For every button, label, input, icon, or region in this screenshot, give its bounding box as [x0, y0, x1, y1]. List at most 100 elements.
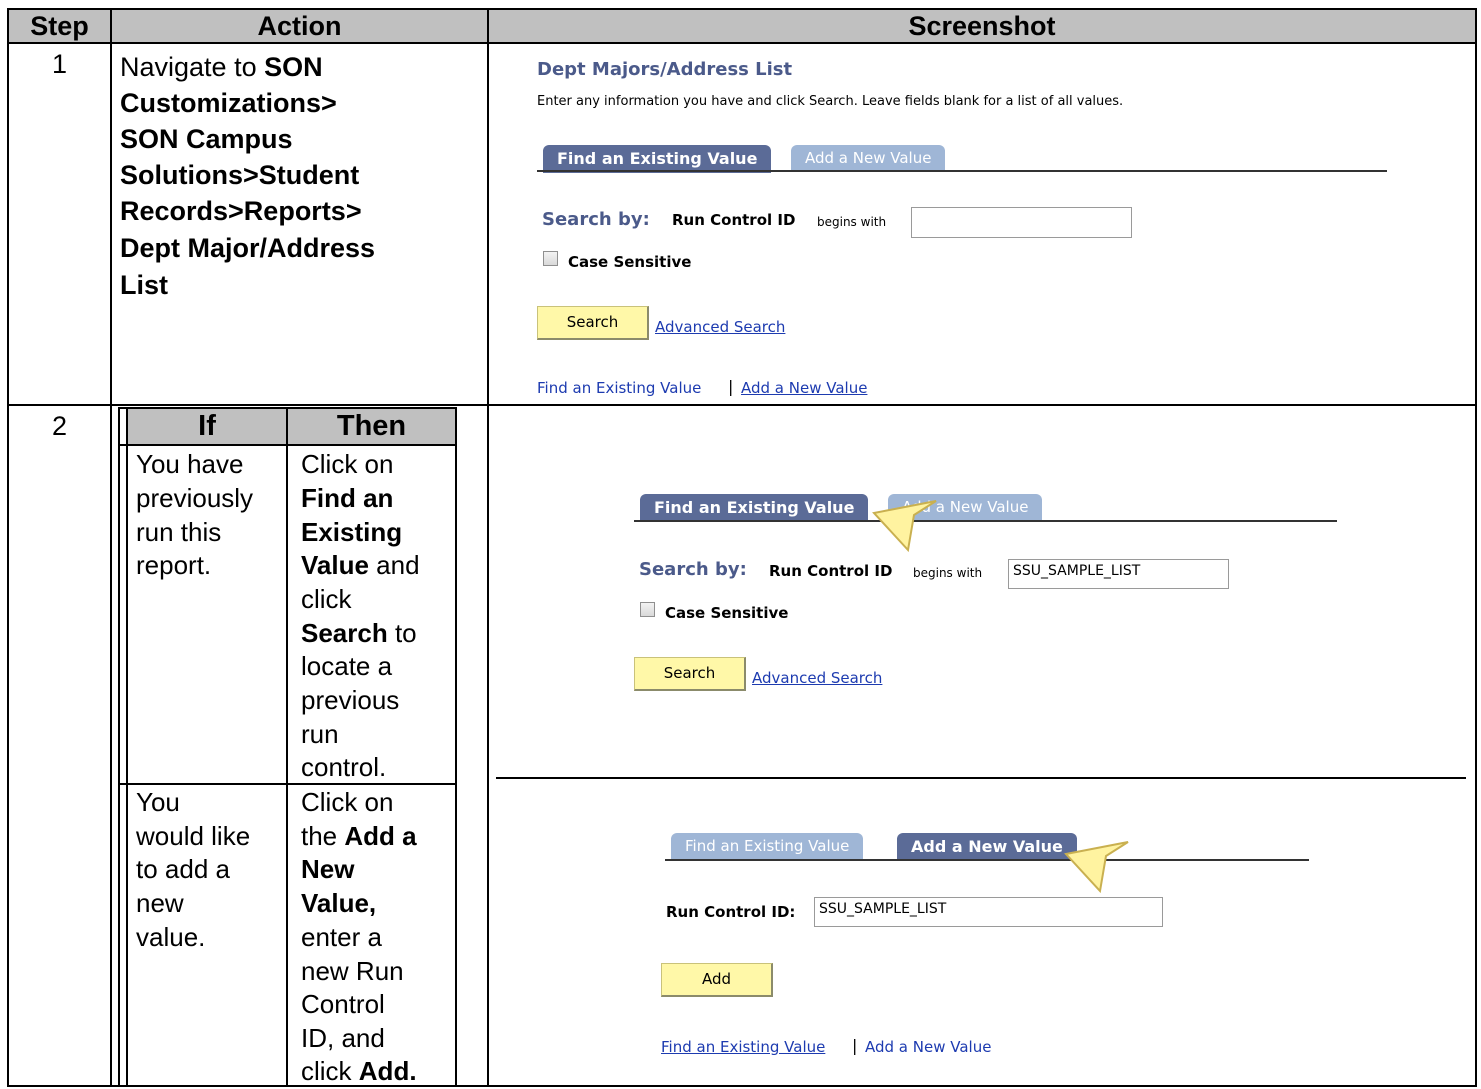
then-line: Click on [301, 449, 394, 479]
tab-baseline [537, 170, 1387, 172]
tab-add-new[interactable]: Add a New Value [791, 145, 946, 171]
case-sensitive-label: Case Sensitive [665, 604, 789, 622]
if-line: You [136, 787, 180, 817]
then-line: Click on [301, 787, 394, 817]
then-line: click Add. [301, 1055, 417, 1089]
action-line: Records>Reports> [120, 196, 362, 226]
then-text: the [301, 821, 345, 851]
run-control-input[interactable]: SSU_SAMPLE_LIST [1008, 559, 1229, 589]
nested-row-divider [120, 783, 457, 785]
step-number-1: 1 [51, 49, 68, 79]
run-control-label: Run Control ID: [666, 903, 796, 921]
then-line: locate a [301, 651, 393, 681]
footer-add-new-link[interactable]: Add a New Value [865, 1038, 991, 1056]
run-control-label: Run Control ID [769, 562, 893, 580]
nested-mid [286, 407, 288, 1087]
then-line: ID, and [301, 1023, 385, 1053]
then-bold: Search [301, 618, 388, 648]
if-line: previously [136, 483, 254, 513]
footer-separator: | [728, 377, 734, 396]
then-text: and [368, 550, 420, 580]
begins-with-label: begins with [913, 566, 983, 580]
then-line: Search to [301, 617, 417, 651]
then-line: run [301, 719, 339, 749]
if-line: You have [136, 449, 244, 479]
then-line: previous [301, 685, 400, 715]
then-text: click [301, 1056, 359, 1086]
navigate-text: Navigate to [120, 52, 265, 82]
then-line: Control [301, 989, 385, 1019]
row1-bottom-line [7, 404, 1477, 406]
search-by-label: Search by: [639, 559, 747, 580]
col-divider-2 [487, 8, 489, 1087]
nested-left-inner [126, 407, 128, 1087]
action-line: Customizations> [120, 88, 337, 118]
if-line: value. [136, 922, 206, 952]
advanced-search-link[interactable]: Advanced Search [752, 669, 882, 687]
pointer-callout-icon [1064, 841, 1129, 894]
then-line: new Run [301, 956, 404, 986]
action-line: Solutions>Student [120, 160, 360, 190]
col-divider-1 [110, 8, 112, 1087]
header-action: Action [257, 11, 342, 41]
screenshot-divider [496, 777, 1466, 779]
footer-add-new-link[interactable]: Add a New Value [741, 379, 867, 397]
pointer-callout-icon [872, 500, 937, 553]
case-sensitive-checkbox[interactable] [640, 602, 655, 617]
if-header: If [198, 410, 216, 442]
action-line: SON Campus [120, 124, 293, 154]
nested-header-bottom [120, 444, 457, 446]
begins-with-label: begins with [817, 215, 887, 229]
if-line: run this [136, 517, 222, 547]
then-header: Then [336, 410, 407, 442]
tab-find-existing[interactable]: Find an Existing Value [671, 833, 864, 859]
tab-find-existing[interactable]: Find an Existing Value [640, 494, 869, 522]
case-sensitive-checkbox[interactable] [543, 251, 558, 266]
page-title: Dept Majors/Address List [537, 59, 793, 80]
tab-find-existing[interactable]: Find an Existing Value [543, 145, 772, 173]
table-border-top [7, 8, 1477, 10]
add-button[interactable]: Add [661, 963, 773, 997]
run-control-input[interactable]: SSU_SAMPLE_LIST [814, 897, 1163, 927]
then-bold: Value [301, 550, 369, 580]
then-line: New [301, 854, 355, 884]
instructions-text: Enter any information you have and click… [537, 94, 1124, 109]
then-line: enter a [301, 922, 382, 952]
table-border-left [7, 8, 9, 1087]
then-line: control. [301, 752, 387, 782]
then-line: Value and [301, 549, 420, 583]
then-line: the Add a [301, 820, 417, 854]
nested-right [455, 407, 457, 1087]
search-button[interactable]: Search [634, 657, 746, 691]
action-line: List [120, 270, 169, 300]
nav-son: SON [264, 52, 323, 82]
tab-baseline [634, 520, 1337, 522]
action-line: Dept Major/Address [120, 233, 376, 263]
footer-separator: | [852, 1036, 858, 1055]
advanced-search-link[interactable]: Advanced Search [655, 318, 785, 336]
footer-find-existing-link[interactable]: Find an Existing Value [661, 1038, 825, 1056]
then-line: Existing [301, 517, 403, 547]
then-text: to [387, 618, 417, 648]
search-button[interactable]: Search [537, 306, 649, 340]
nested-left-outer [118, 407, 120, 1087]
if-line: to add a [136, 854, 230, 884]
if-line: new [136, 888, 184, 918]
footer-find-existing-link[interactable]: Find an Existing Value [537, 379, 701, 397]
search-by-label: Search by: [542, 209, 650, 230]
header-step: Step [30, 11, 89, 41]
header-screenshot: Screenshot [908, 11, 1056, 41]
run-control-label: Run Control ID [672, 211, 796, 229]
then-line: click [301, 584, 352, 614]
tab-add-new[interactable]: Add a New Value [897, 833, 1077, 861]
if-line: report. [136, 550, 212, 580]
table-border-right [1475, 8, 1477, 1087]
case-sensitive-label: Case Sensitive [568, 253, 692, 271]
header-bottom-line [7, 42, 1477, 44]
tab-baseline [665, 859, 1309, 861]
then-bold: Add. [358, 1056, 417, 1086]
then-line: Value, [301, 888, 377, 918]
step-number-2: 2 [51, 411, 68, 441]
then-bold: Add a [344, 821, 417, 851]
run-control-input[interactable] [911, 207, 1132, 238]
